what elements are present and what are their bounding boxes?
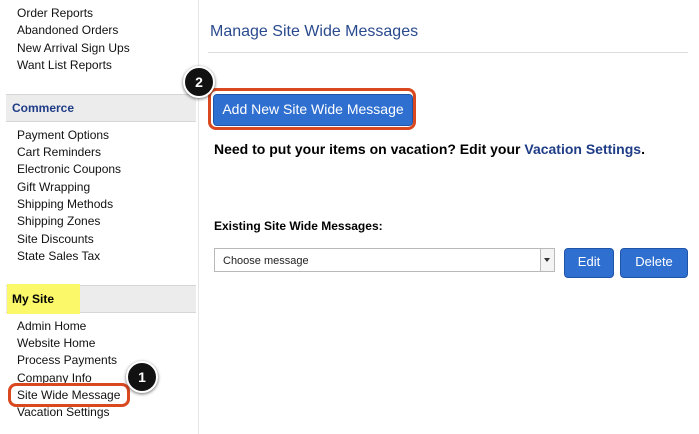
main-content: Manage Site Wide Messages Add New Site W… <box>198 0 699 434</box>
step-callout-1: 1 <box>126 361 158 393</box>
step-callout-2: 2 <box>183 66 215 98</box>
title-divider <box>208 52 688 53</box>
sidebar-item-shipping-methods[interactable]: Shipping Methods <box>17 197 113 211</box>
vacation-prompt-period: . <box>641 141 645 157</box>
sidebar-item-abandoned-orders[interactable]: Abandoned Orders <box>17 23 118 37</box>
dropdown-arrow-icon[interactable] <box>540 249 554 271</box>
sidebar-section-commerce: Commerce <box>6 94 196 122</box>
sidebar-item-process-payments[interactable]: Process Payments <box>17 353 117 367</box>
sidebar-item-gift-wrapping[interactable]: Gift Wrapping <box>17 180 90 194</box>
sidebar-item-payment-options[interactable]: Payment Options <box>17 128 109 142</box>
vacation-prompt: Need to put your items on vacation? Edit… <box>214 141 645 157</box>
message-select-value: Choose message <box>223 255 309 267</box>
sidebar-item-shipping-zones[interactable]: Shipping Zones <box>17 214 100 228</box>
page-title: Manage Site Wide Messages <box>210 23 419 40</box>
add-new-site-wide-message-button[interactable]: Add New Site Wide Message <box>213 94 413 126</box>
sidebar-section-heading: Commerce <box>12 101 75 115</box>
sidebar-item-state-sales-tax[interactable]: State Sales Tax <box>17 249 100 263</box>
sidebar-item-site-discounts[interactable]: Site Discounts <box>17 232 94 246</box>
delete-button[interactable]: Delete <box>620 248 688 278</box>
sidebar-item-website-home[interactable]: Website Home <box>17 336 95 350</box>
sidebar-item-want-list-reports[interactable]: Want List Reports <box>17 58 112 72</box>
edit-button[interactable]: Edit <box>564 248 614 278</box>
site-wide-message-highlight-outline <box>8 383 130 407</box>
sidebar-item-admin-home[interactable]: Admin Home <box>17 319 86 333</box>
sidebar-item-vacation-settings[interactable]: Vacation Settings <box>17 405 110 419</box>
vacation-settings-link[interactable]: Vacation Settings <box>524 141 641 157</box>
sidebar-section-my-site: My Site <box>6 284 196 314</box>
sidebar: Order Reports Abandoned Orders New Arriv… <box>0 0 199 434</box>
sidebar-item-electronic-coupons[interactable]: Electronic Coupons <box>17 162 121 176</box>
sidebar-item-order-reports[interactable]: Order Reports <box>17 6 93 20</box>
vacation-prompt-text: Need to put your items on vacation? Edit… <box>214 141 525 157</box>
sidebar-section-heading: My Site <box>12 292 55 306</box>
existing-messages-label: Existing Site Wide Messages: <box>214 219 383 233</box>
sidebar-item-new-arrival-sign-ups[interactable]: New Arrival Sign Ups <box>17 41 130 55</box>
message-select[interactable]: Choose message <box>214 248 555 272</box>
sidebar-item-cart-reminders[interactable]: Cart Reminders <box>17 145 101 159</box>
